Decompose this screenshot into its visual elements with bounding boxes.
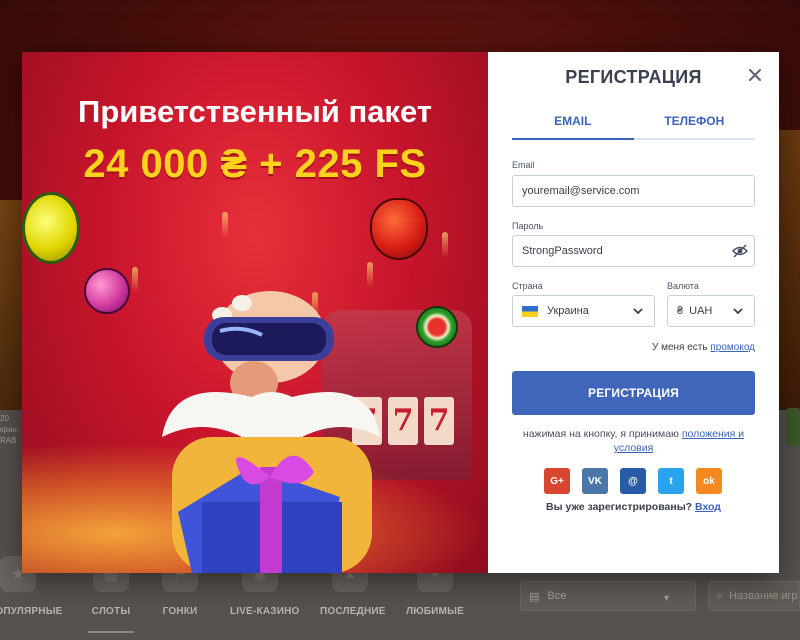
currency-select[interactable]: ₴ UAH [667,295,755,327]
category-active-underline [88,631,134,633]
password-label: Пароль [512,221,544,231]
promo-title: Приветственный пакет [78,94,432,129]
registration-tabs: EMAIL ТЕЛЕФОН [512,110,755,140]
promo-bonus-amount: 24 000 ₴ + 225 FS [83,142,427,186]
terms-text: нажимая на кнопку, я принимаю положения … [512,427,755,455]
tab-email[interactable]: EMAIL [512,110,634,140]
category-label: ПОСЛЕДНИЕ [320,606,386,617]
currency-label: Валюта [667,281,699,291]
category-label: ЛЮБИМЫЕ [406,606,464,617]
chevron-down-icon [733,308,743,315]
registration-modal: 7 7 7 Приветственный пакет 24 000 ₴ + 22… [22,52,779,573]
form-title: РЕГИСТРАЦИЯ [565,67,702,87]
eye-off-icon[interactable] [732,244,748,258]
google-plus-icon[interactable]: G+ [544,468,570,494]
plum-illustration [84,268,130,314]
register-button[interactable]: РЕГИСТРАЦИЯ [512,371,755,415]
country-label: Страна [512,281,543,291]
background-game-thumb [786,408,800,446]
chevron-down-icon [633,308,643,315]
spark-decoration [442,232,448,258]
spark-decoration [222,212,228,238]
email-field[interactable] [512,175,755,207]
tab-phone[interactable]: ТЕЛЕФОН [634,110,756,138]
background-side-text: 20 кран. RAB [0,414,20,445]
promo-banner: 7 7 7 Приветственный пакет 24 000 ₴ + 22… [22,52,488,573]
chevron-down-icon: ▾ [664,593,670,604]
slot-reel: 7 [424,397,454,445]
terms-prefix: нажимая на кнопку, я принимаю [522,428,679,440]
hryvnia-icon: ₴ [677,305,684,317]
promocode-prefix: У меня есть [651,342,708,353]
ukraine-flag-icon [522,305,538,317]
spark-decoration [132,267,138,293]
mascot-illustration [162,291,380,573]
search-icon: ⌕ [717,589,724,602]
strawberry-illustration [370,198,428,260]
mail-ru-icon[interactable]: @ [620,468,646,494]
login-link[interactable]: Вход [695,501,721,513]
lemon-illustration [22,192,80,264]
email-input[interactable] [522,185,754,197]
twitter-icon[interactable]: t [658,468,684,494]
category-label: СЛОТЫ [91,606,131,617]
odnoklassniki-icon[interactable]: ok [696,468,722,494]
promocode-link[interactable]: промокод [710,342,755,353]
filter-value: Все [547,590,567,602]
country-value: Украина [547,305,589,317]
provider-filter-select[interactable]: ▤ Все ▾ [520,581,696,611]
category-label: LIVE-КАЗИНО [230,606,300,617]
country-select[interactable]: Украина [512,295,655,327]
filter-icon: ▤ [529,590,540,603]
game-search-input[interactable]: ⌕ Название игр [708,581,800,611]
background-slot-right [779,130,800,410]
password-field[interactable] [512,235,755,267]
currency-value: UAH [689,305,713,317]
social-login-buttons: G+ VK @ t ok [544,468,722,494]
category-label: ПОПУЛЯРНЫЕ [0,606,63,617]
vk-icon[interactable]: VK [582,468,608,494]
category-label: ГОНКИ [162,606,198,617]
registration-form: РЕГИСТРАЦИЯ EMAIL ТЕЛЕФОН Email Пароль С… [488,52,779,573]
background-slot-left [0,200,22,440]
promocode-row: У меня есть промокод [512,342,755,353]
email-label: Email [512,160,535,170]
password-input[interactable] [522,245,754,257]
close-icon[interactable] [746,66,764,84]
spark-decoration [367,262,373,288]
login-row: Вы уже зарегистрированы? Вход [488,501,779,513]
search-placeholder: Название игр [729,590,798,602]
login-prefix: Вы уже зарегистрированы? [546,501,693,513]
watermelon-illustration [416,306,458,348]
